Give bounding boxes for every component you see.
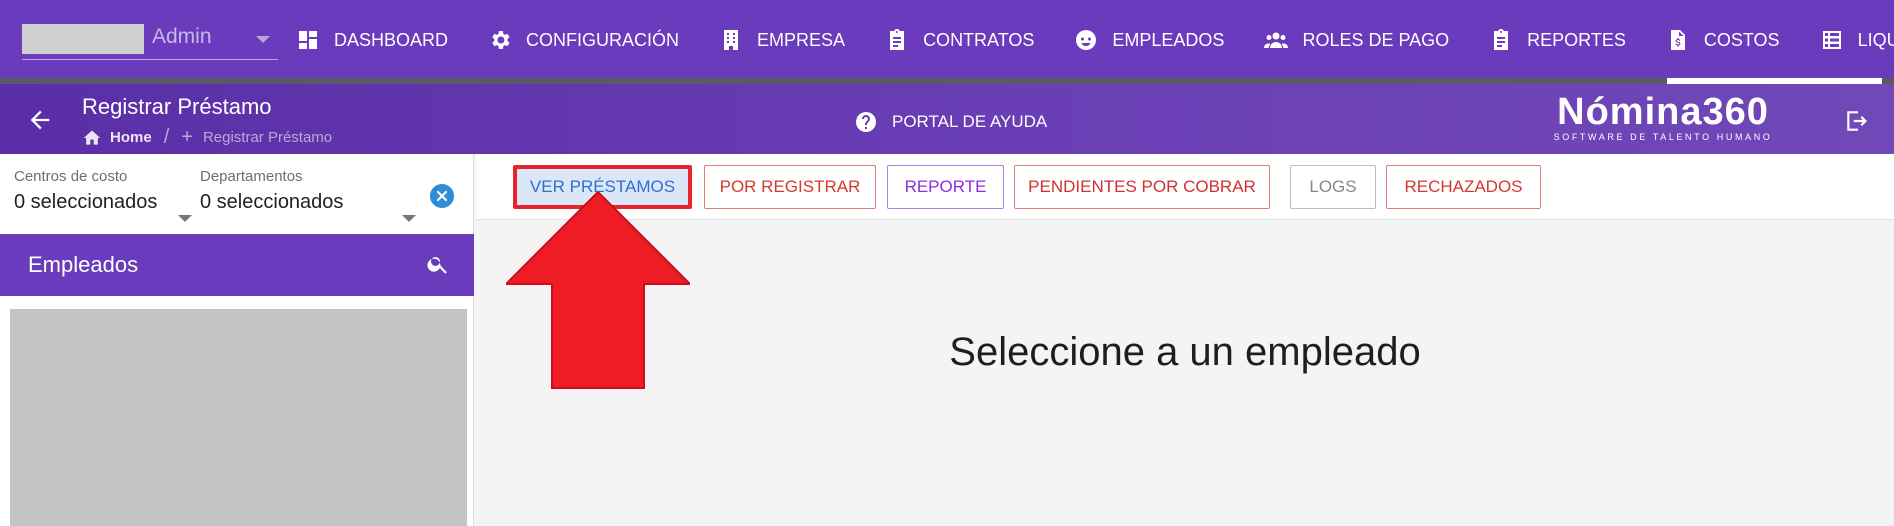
breadcrumb-current: Registrar Préstamo <box>202 129 333 146</box>
nav-item-label: EMPLEADOS <box>1112 29 1225 50</box>
nav-item-configuracion[interactable]: CONFIGURACIÓN <box>488 22 679 58</box>
close-icon <box>436 190 448 202</box>
breadcrumb-home[interactable]: Home <box>110 129 152 146</box>
cost-center-value[interactable]: 0 seleccionados <box>14 191 157 214</box>
nav-item-label: EMPRESA <box>757 29 846 50</box>
user-name: Admin <box>152 25 212 48</box>
nav-item-label: REPORTES <box>1527 29 1626 50</box>
report-button[interactable]: REPORTE <box>887 165 1004 209</box>
pending-registration-button[interactable]: POR REGISTRAR <box>704 165 876 209</box>
nav-item-roles-de-pago[interactable]: ROLES DE PAGO <box>1264 22 1449 58</box>
building-icon <box>724 30 739 50</box>
pending-collection-button[interactable]: PENDIENTES POR COBRAR <box>1014 165 1270 209</box>
user-avatar <box>22 24 144 54</box>
chevron-down-icon[interactable] <box>256 36 270 43</box>
search-icon <box>427 257 447 274</box>
cost-center-filter[interactable]: Centros de costo 0 seleccionados <box>14 168 157 214</box>
nav-item-label: COSTOS <box>1703 29 1780 50</box>
nav-item-reportes[interactable]: REPORTES <box>1489 22 1626 58</box>
clipboard-icon <box>1494 29 1509 50</box>
top-navigation-bar: Admin DASHBOARD CONFIGURACIÓN EMPRESA CO… <box>0 0 1894 84</box>
nav-item-dashboard[interactable]: DASHBOARD <box>296 22 448 58</box>
cost-center-label: Centros de costo <box>14 168 128 185</box>
page-title: Registrar Préstamo <box>82 94 272 119</box>
gear-icon <box>492 31 510 49</box>
department-value[interactable]: 0 seleccionados <box>200 191 343 214</box>
people-icon <box>1264 32 1289 48</box>
help-portal-link[interactable]: PORTAL DE AYUDA <box>854 110 1047 134</box>
help-icon <box>856 112 876 132</box>
nav-item-contratos[interactable]: CONTRATOS <box>885 22 1034 58</box>
logout-button[interactable] <box>1844 108 1870 134</box>
employee-search-button[interactable] <box>426 252 450 276</box>
breadcrumb-separator: / <box>163 126 170 148</box>
invoice-icon <box>1670 30 1685 50</box>
nav-item-label: DASHBOARD <box>334 29 449 50</box>
nav-item-empresa[interactable]: EMPRESA <box>719 22 845 58</box>
rejected-button[interactable]: RECHAZADOS <box>1386 165 1541 209</box>
logout-icon <box>1847 111 1867 131</box>
arrow-left-icon <box>30 110 50 130</box>
help-portal-label: PORTAL DE AYUDA <box>892 112 1048 131</box>
dashboard-icon <box>299 31 317 49</box>
clear-filters-button[interactable] <box>430 184 454 208</box>
brand-tagline: SOFTWARE DE TALENTO HUMANO <box>1553 132 1773 142</box>
nav-item-liquidaciones[interactable]: LIQUIDACIONE <box>1820 22 1894 58</box>
employees-header: Empleados <box>0 234 474 296</box>
annotation-arrow <box>506 192 690 389</box>
department-label: Departamentos <box>200 168 303 185</box>
nav-item-label: CONFIGURACIÓN <box>526 29 680 50</box>
department-filter[interactable]: Departamentos 0 seleccionados <box>200 168 343 214</box>
user-selector[interactable]: Admin <box>22 20 278 60</box>
nav-item-costos[interactable]: COSTOS <box>1666 22 1780 58</box>
clipboard-icon <box>890 29 905 50</box>
chevron-down-icon[interactable] <box>178 215 192 222</box>
breadcrumb: Home / + Registrar Préstamo <box>82 126 332 149</box>
employees-title: Empleados <box>28 252 139 277</box>
employee-panel: Centros de costo 0 seleccionados Departa… <box>0 154 474 526</box>
nav-menu: DASHBOARD CONFIGURACIÓN EMPRESA CONTRATO… <box>296 22 1894 58</box>
back-button[interactable] <box>26 106 54 134</box>
chevron-down-icon[interactable] <box>402 215 416 222</box>
brand-logo: Nómina360 SOFTWARE DE TALENTO HUMANO <box>1548 90 1778 142</box>
page-header: Registrar Préstamo Home / + Registrar Pr… <box>0 84 1894 154</box>
logs-button[interactable]: LOGS <box>1290 165 1376 209</box>
nav-item-label: ROLES DE PAGO <box>1302 29 1450 50</box>
home-icon[interactable] <box>82 128 102 148</box>
nav-item-empleados[interactable]: EMPLEADOS <box>1074 22 1224 58</box>
nav-item-label: LIQUIDACIONE <box>1857 29 1894 50</box>
brand-name: Nómina360 <box>1557 91 1769 133</box>
face-icon <box>1076 30 1097 50</box>
employee-list[interactable] <box>10 309 467 526</box>
nav-item-label: CONTRATOS <box>923 29 1035 50</box>
plus-icon: + <box>181 126 193 148</box>
list-icon <box>1822 31 1841 49</box>
